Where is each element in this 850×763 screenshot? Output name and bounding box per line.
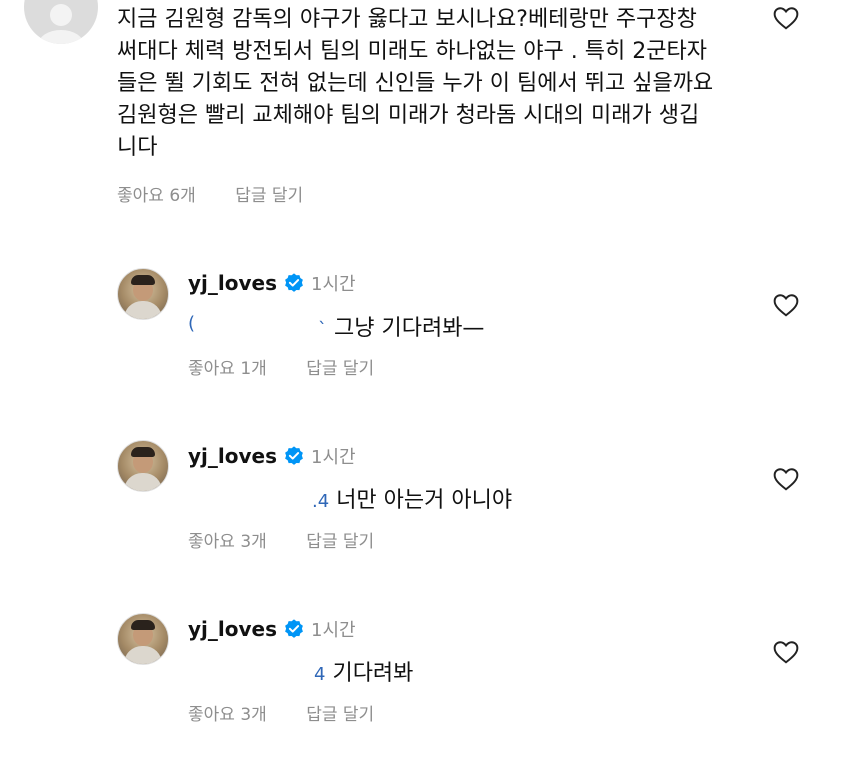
reply-button[interactable]: 답글 달기	[235, 186, 303, 206]
reply-text: 기다려봐	[332, 661, 414, 686]
reply-header: yj_loves 1시간	[188, 441, 356, 471]
timestamp: 1시간	[311, 447, 356, 468]
heart-icon[interactable]	[773, 640, 799, 664]
reply-button[interactable]: 답글 달기	[306, 705, 374, 725]
avatar-shirt	[124, 646, 162, 664]
timestamp: 1시간	[311, 620, 356, 641]
reply-avatar[interactable]	[117, 440, 169, 492]
verified-badge-icon	[285, 446, 303, 465]
comment-meta: 좋아요 6개 답글 달기	[117, 181, 337, 206]
commenter-avatar[interactable]	[24, 0, 98, 44]
heart-icon[interactable]	[773, 293, 799, 317]
like-count[interactable]: 좋아요 3개	[188, 705, 267, 725]
mention-fragment: (	[188, 313, 196, 334]
timestamp: 1시간	[311, 274, 356, 295]
reply-text: 그냥 기다려봐—	[334, 316, 485, 341]
heart-icon[interactable]	[773, 467, 799, 491]
reply-button[interactable]: 답글 달기	[306, 359, 374, 379]
comment-text: 지금 김원형 감독의 야구가 옳다고 보시나요?베테랑만 주구장창 써대다 체력…	[117, 7, 714, 160]
avatar-shirt	[124, 473, 162, 491]
avatar-body-shape	[38, 30, 84, 44]
reply-avatar[interactable]	[117, 613, 169, 665]
avatar-hair	[131, 620, 155, 630]
reply-meta: 좋아요 3개 답글 달기	[188, 527, 408, 552]
verified-badge-icon	[285, 273, 303, 292]
avatar-hair	[131, 447, 155, 457]
reply-text-row: (	[188, 310, 195, 335]
reply-text-row: .4 너만 아는거 아니야	[312, 482, 512, 514]
username-link[interactable]: yj_loves	[188, 271, 277, 295]
username-link[interactable]: yj_loves	[188, 617, 277, 641]
reply-meta: 좋아요 3개 답글 달기	[188, 700, 408, 725]
reply-header: yj_loves 1시간	[188, 614, 356, 644]
like-count[interactable]: 좋아요 3개	[188, 532, 267, 552]
avatar-head-shape	[50, 4, 72, 26]
avatar-hair	[131, 275, 155, 285]
reply-avatar[interactable]	[117, 268, 169, 320]
reply-header: yj_loves 1시간	[188, 268, 356, 298]
like-count[interactable]: 좋아요 1개	[188, 359, 267, 379]
like-count[interactable]: 좋아요 6개	[117, 186, 196, 206]
mention-fragment: `	[318, 319, 327, 340]
username-link[interactable]: yj_loves	[188, 444, 277, 468]
verified-badge-icon	[285, 619, 303, 638]
reply-text: 너만 아는거 아니야	[336, 488, 513, 513]
heart-icon[interactable]	[773, 6, 799, 30]
reply-text-row: ` 그냥 기다려봐—	[318, 310, 484, 342]
mention-fragment: 4	[314, 664, 326, 685]
reply-button[interactable]: 답글 달기	[306, 532, 374, 552]
reply-meta: 좋아요 1개 답글 달기	[188, 354, 408, 379]
avatar-shirt	[124, 301, 162, 319]
mention-fragment: .4	[312, 491, 330, 512]
reply-text-row: 4 기다려봐	[314, 655, 413, 687]
